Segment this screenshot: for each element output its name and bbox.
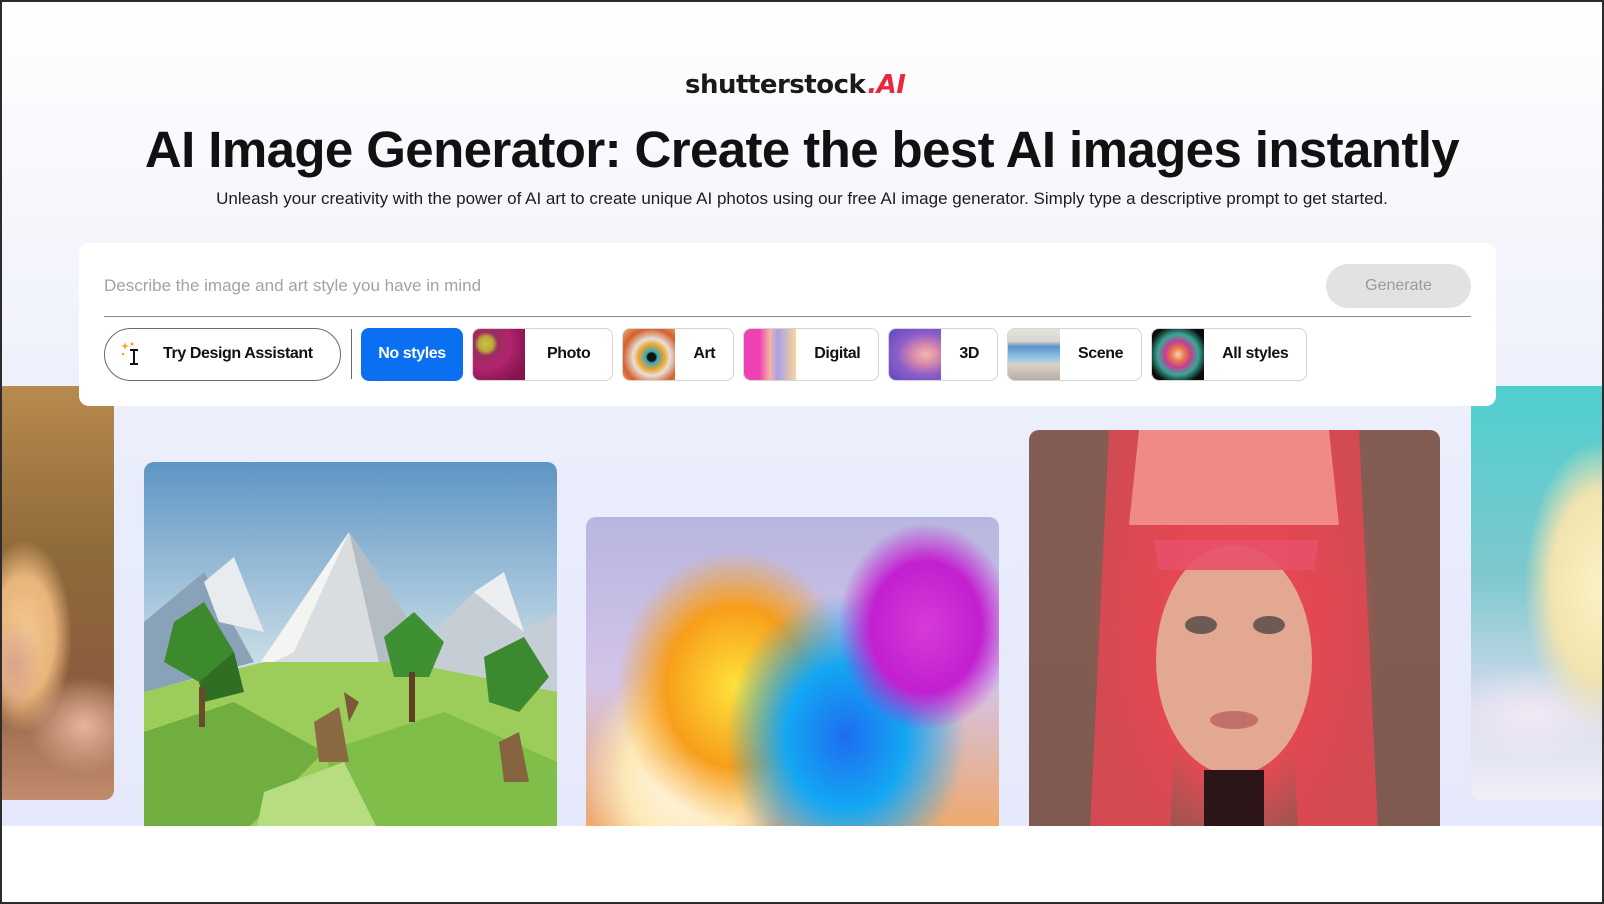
prompt-input[interactable] [104,263,1274,309]
living-room-thumbnail [1008,328,1060,380]
generate-button[interactable]: Generate [1326,264,1471,308]
style-chip-label: Photo [547,345,591,362]
style-selector: Try Design Assistant No styles Photo Art… [104,327,1316,381]
gallery-image-red-hair-portrait[interactable] [1029,430,1440,826]
style-chip-label: All styles [1222,345,1289,362]
pink-flower-thumbnail [473,328,525,380]
style-chip-label: Digital [814,345,861,362]
logo-wordmark: shutterstock [685,70,866,100]
prompt-underline [104,316,1471,317]
purple-swirl-thumbnail [889,328,942,380]
gallery-image-low-poly-mountains[interactable] [144,462,557,826]
try-design-assistant-label: Try Design Assistant [163,345,313,362]
logo-ai-mark: .AI [867,70,906,100]
style-chip-digital[interactable]: Digital [743,327,880,381]
gallery-image-fluffy-cat[interactable] [1471,386,1602,800]
style-chip-3d[interactable]: 3D [888,327,998,381]
style-chip-no-styles[interactable]: No styles [361,327,463,381]
hero-section: shutterstock .AI AI Image Generator: Cre… [2,2,1602,826]
style-chip-art[interactable]: Art [622,327,735,381]
style-chip-label: Art [693,345,716,362]
style-chip-label: 3D [959,345,979,362]
painted-eye-thumbnail [623,328,676,380]
prompt-panel: Generate Try Design Assistant No styles [79,243,1496,406]
page-subtitle: Unleash your creativity with the power o… [216,189,1388,208]
style-divider [351,329,352,379]
page-title: AI Image Generator: Create the best AI i… [144,121,1460,178]
shutterstock-ai-logo[interactable]: shutterstock .AI [685,70,906,104]
sparkle-cursor-icon [121,340,143,368]
style-chip-photo[interactable]: Photo [472,327,614,381]
gallery-image-rainbow-fur[interactable] [586,517,999,826]
try-design-assistant-button[interactable]: Try Design Assistant [104,327,341,381]
style-chip-scene[interactable]: Scene [1007,327,1143,381]
style-chip-all-styles[interactable]: All styles [1151,327,1308,381]
portrait-illustration [1090,430,1378,826]
style-chip-label: Scene [1078,345,1124,362]
color-explosion-thumbnail [1152,328,1205,380]
pink-sculpture-thumbnail [744,328,797,380]
low-poly-mountain-illustration [144,532,557,826]
gallery-image-makeup-face[interactable] [2,386,114,800]
